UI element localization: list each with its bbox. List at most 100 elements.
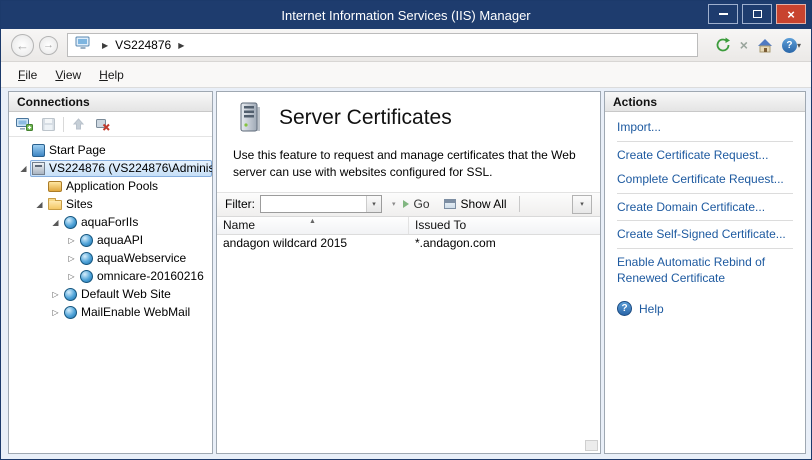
address-bar-icons: × ? ▾ bbox=[715, 37, 801, 53]
tree-item-omnicare[interactable]: ▷ omnicare-20160216 bbox=[9, 267, 212, 285]
menu-view[interactable]: View bbox=[46, 65, 90, 85]
tree-item-default-web-site[interactable]: ▷ Default Web Site bbox=[9, 285, 212, 303]
site-icon bbox=[64, 216, 77, 229]
server-icon bbox=[32, 162, 45, 175]
feature-header: Server Certificates bbox=[217, 92, 600, 137]
window-title: Internet Information Services (IIS) Mana… bbox=[281, 8, 530, 23]
title-bar: Internet Information Services (IIS) Mana… bbox=[1, 1, 811, 29]
action-enable-automatic-rebind[interactable]: Enable Automatic Rebind of Renewed Certi… bbox=[617, 250, 793, 290]
refresh-icon bbox=[715, 37, 731, 53]
tree-item-aquaforiis[interactable]: ◢ aquaForIIs bbox=[9, 213, 212, 231]
expander-icon[interactable]: ◢ bbox=[33, 200, 46, 209]
server-certificates-icon bbox=[233, 101, 267, 135]
site-icon bbox=[64, 306, 77, 319]
expander-icon[interactable]: ▷ bbox=[49, 290, 62, 299]
certificate-row[interactable]: andagon wildcard 2015 *.andagon.com bbox=[217, 235, 600, 252]
action-import[interactable]: Import... bbox=[617, 115, 793, 140]
save-connections-button[interactable] bbox=[39, 115, 58, 133]
expander-icon[interactable]: ▷ bbox=[65, 236, 78, 245]
help-menu-button[interactable]: ? ▾ bbox=[782, 38, 801, 53]
action-create-self-signed-certificate[interactable]: Create Self-Signed Certificate... bbox=[617, 222, 793, 247]
chevron-down-icon: ▾ bbox=[372, 200, 376, 208]
go-button[interactable]: Go bbox=[414, 197, 430, 211]
actions-header: Actions bbox=[605, 92, 805, 112]
forward-icon: → bbox=[43, 39, 54, 51]
home-button[interactable] bbox=[757, 38, 773, 53]
expander-icon[interactable]: ▷ bbox=[65, 254, 78, 263]
stop-icon: × bbox=[740, 38, 748, 52]
tree-item-sites[interactable]: ◢ Sites bbox=[9, 195, 212, 213]
minimize-button[interactable] bbox=[708, 4, 738, 24]
tree-item-application-pools[interactable]: Application Pools bbox=[9, 177, 212, 195]
site-icon bbox=[80, 234, 93, 247]
sites-folder-icon bbox=[48, 200, 62, 210]
breadcrumb[interactable]: ▶ VS224876 ▶ bbox=[67, 33, 698, 57]
show-all-button[interactable]: Show All bbox=[461, 197, 507, 211]
maximize-button[interactable] bbox=[742, 4, 772, 24]
action-complete-certificate-request[interactable]: Complete Certificate Request... bbox=[617, 167, 793, 192]
actions-list: Import... Create Certificate Request... … bbox=[605, 112, 805, 316]
list-header: Name ▲ Issued To bbox=[217, 217, 600, 235]
scrollbar-corner bbox=[585, 440, 598, 451]
expander-icon[interactable]: ▷ bbox=[49, 308, 62, 317]
go-options-icon[interactable]: ▾ bbox=[392, 200, 396, 208]
expander-icon[interactable]: ◢ bbox=[17, 164, 30, 173]
actions-separator bbox=[617, 248, 793, 249]
start-page-icon bbox=[32, 144, 45, 157]
application-pools-icon bbox=[48, 181, 62, 192]
expander-icon[interactable]: ▷ bbox=[65, 272, 78, 281]
help-dropdown-icon: ▾ bbox=[797, 41, 801, 50]
back-button[interactable]: ← bbox=[11, 34, 34, 57]
tree-item-aquawebservice[interactable]: ▷ aquaWebservice bbox=[9, 249, 212, 267]
tree-item-mailenable-webmail[interactable]: ▷ MailEnable WebMail bbox=[9, 303, 212, 321]
forward-button[interactable]: → bbox=[39, 36, 58, 55]
window-controls: × bbox=[708, 4, 806, 24]
action-create-domain-certificate[interactable]: Create Domain Certificate... bbox=[617, 195, 793, 220]
filter-dropdown-button[interactable]: ▾ bbox=[366, 196, 381, 212]
up-level-button[interactable] bbox=[69, 115, 88, 133]
new-connection-button[interactable] bbox=[15, 115, 34, 133]
save-connections-icon bbox=[41, 117, 56, 132]
connections-panel: Connections Start Page bbox=[8, 91, 213, 454]
help-icon: ? bbox=[782, 38, 797, 53]
expander-icon[interactable]: ◢ bbox=[49, 218, 62, 227]
menu-help[interactable]: Help bbox=[90, 65, 133, 85]
group-by-dropdown[interactable]: ▾ bbox=[572, 195, 592, 214]
action-create-certificate-request[interactable]: Create Certificate Request... bbox=[617, 143, 793, 168]
filter-input[interactable] bbox=[261, 196, 366, 212]
sort-ascending-icon: ▲ bbox=[309, 218, 316, 225]
column-header-issued-to[interactable]: Issued To bbox=[409, 217, 600, 234]
actions-separator bbox=[617, 141, 793, 142]
toolbar-separator bbox=[63, 117, 64, 132]
feature-description: Use this feature to request and manage c… bbox=[233, 147, 584, 181]
breadcrumb-arrow-icon[interactable]: ▶ bbox=[102, 41, 108, 50]
tree-item-aquaapi[interactable]: ▷ aquaAPI bbox=[9, 231, 212, 249]
tree-item-server[interactable]: ◢ VS224876 (VS224876\Administ bbox=[9, 159, 212, 177]
breadcrumb-server-name[interactable]: VS224876 bbox=[115, 38, 171, 52]
iis-manager-window: Internet Information Services (IIS) Mana… bbox=[0, 0, 812, 460]
refresh-button[interactable] bbox=[715, 37, 731, 53]
server-certificates-panel: Server Certificates Use this feature to … bbox=[216, 91, 601, 454]
delete-connection-icon bbox=[95, 116, 111, 132]
action-help[interactable]: ? Help bbox=[617, 301, 793, 316]
chevron-down-icon: ▾ bbox=[580, 200, 584, 208]
menu-bar: File View Help bbox=[1, 62, 811, 88]
help-icon: ? bbox=[617, 301, 632, 316]
certificate-name: andagon wildcard 2015 bbox=[217, 236, 409, 250]
site-icon bbox=[80, 252, 93, 265]
tree-item-start-page[interactable]: Start Page bbox=[9, 141, 212, 159]
new-connection-icon bbox=[16, 117, 33, 132]
stop-button[interactable]: × bbox=[740, 38, 748, 52]
filter-combo: ▾ bbox=[260, 195, 382, 213]
filter-label: Filter: bbox=[225, 197, 255, 211]
breadcrumb-expand-icon[interactable]: ▶ bbox=[178, 41, 184, 50]
up-level-icon bbox=[71, 117, 86, 132]
connections-toolbar bbox=[9, 112, 212, 137]
column-header-name[interactable]: Name ▲ bbox=[217, 217, 409, 234]
site-icon bbox=[64, 288, 77, 301]
actions-panel: Actions Import... Create Certificate Req… bbox=[604, 91, 806, 454]
close-button[interactable]: × bbox=[776, 4, 806, 24]
menu-file[interactable]: File bbox=[9, 65, 46, 85]
delete-connection-button[interactable] bbox=[93, 115, 112, 133]
server-node-icon bbox=[75, 36, 91, 55]
